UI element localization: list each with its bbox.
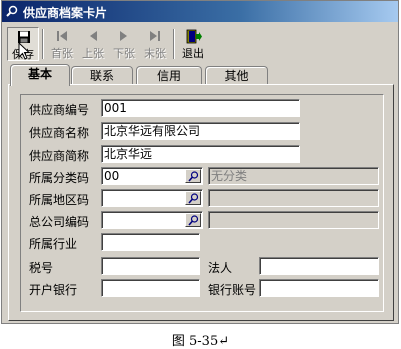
tab-strip: 基本 联系 信用 其他 xyxy=(8,64,398,86)
category-code-label: 所属分类码 xyxy=(29,171,90,185)
bank-account-field[interactable] xyxy=(259,279,379,297)
industry-field[interactable] xyxy=(101,233,200,251)
supplier-code-field[interactable]: 001 xyxy=(101,99,300,117)
search-card-icon xyxy=(6,5,18,17)
first-label: 首张 xyxy=(51,47,73,60)
region-lookup-button[interactable] xyxy=(185,191,201,205)
head-office-code-label: 总公司编码 xyxy=(29,215,90,229)
last-icon xyxy=(150,31,160,41)
category-code-field[interactable]: 00 xyxy=(101,167,203,185)
supplier-card-window: 供应商档案卡片 保存 首张 上张 下张 末张 退出 基本 联 xyxy=(1,0,399,324)
exit-button[interactable]: 退出 xyxy=(177,27,209,61)
lookup-icon xyxy=(188,215,199,226)
head-office-lookup-button[interactable] xyxy=(185,213,201,227)
prev-label: 上张 xyxy=(82,47,104,60)
region-code-label: 所属地区码 xyxy=(29,193,90,207)
tab-basic[interactable]: 基本 xyxy=(10,64,70,86)
tax-number-field[interactable] xyxy=(101,257,200,275)
next-button[interactable]: 下张 xyxy=(108,27,140,61)
last-button[interactable]: 末张 xyxy=(139,27,171,61)
window-title: 供应商档案卡片 xyxy=(23,6,108,20)
mouse-cursor-icon xyxy=(18,42,30,60)
toolbar-separator xyxy=(42,29,44,59)
bank-field[interactable] xyxy=(101,279,200,297)
region-code-field[interactable] xyxy=(101,189,203,207)
basic-tab-panel: 供应商编号 001 供应商名称 北京华远有限公司 供应商简称 北京华远 所属分类… xyxy=(8,84,394,321)
next-label: 下张 xyxy=(113,47,135,60)
title-bar[interactable]: 供应商档案卡片 xyxy=(2,1,398,22)
supplier-name-label: 供应商名称 xyxy=(29,126,90,140)
category-description-field: 无分类 xyxy=(208,167,379,185)
tab-contact[interactable]: 联系 xyxy=(71,66,133,84)
next-icon xyxy=(120,31,127,41)
first-icon xyxy=(57,31,67,41)
legal-person-label: 法人 xyxy=(208,261,233,275)
region-description-field xyxy=(208,189,379,207)
tab-credit[interactable]: 信用 xyxy=(136,66,202,84)
lookup-icon xyxy=(188,193,199,204)
category-code-value: 00 xyxy=(104,169,120,183)
supplier-short-name-label: 供应商简称 xyxy=(29,149,90,163)
supplier-short-name-field[interactable]: 北京华远 xyxy=(101,145,300,163)
legal-person-field[interactable] xyxy=(259,257,379,275)
toolbar-separator xyxy=(173,29,175,59)
industry-label: 所属行业 xyxy=(29,237,78,251)
bank-account-label: 银行账号 xyxy=(208,283,257,297)
tab-other[interactable]: 其他 xyxy=(205,66,268,84)
toolbar: 保存 首张 上张 下张 末张 退出 xyxy=(5,25,395,61)
figure-caption: 图 5-35↵ xyxy=(171,334,230,349)
prev-icon xyxy=(90,31,97,41)
lookup-icon xyxy=(188,171,199,182)
first-button[interactable]: 首张 xyxy=(46,27,78,61)
last-label: 末张 xyxy=(144,47,166,60)
exit-icon xyxy=(186,29,202,44)
head-office-description-field xyxy=(208,211,379,229)
tax-number-label: 税号 xyxy=(29,261,54,275)
supplier-code-label: 供应商编号 xyxy=(29,103,90,117)
category-lookup-button[interactable] xyxy=(185,169,201,183)
head-office-code-field[interactable] xyxy=(101,211,203,229)
exit-label: 退出 xyxy=(182,47,204,60)
supplier-name-field[interactable]: 北京华远有限公司 xyxy=(101,122,300,140)
prev-button[interactable]: 上张 xyxy=(77,27,109,61)
bank-label: 开户银行 xyxy=(29,283,78,297)
